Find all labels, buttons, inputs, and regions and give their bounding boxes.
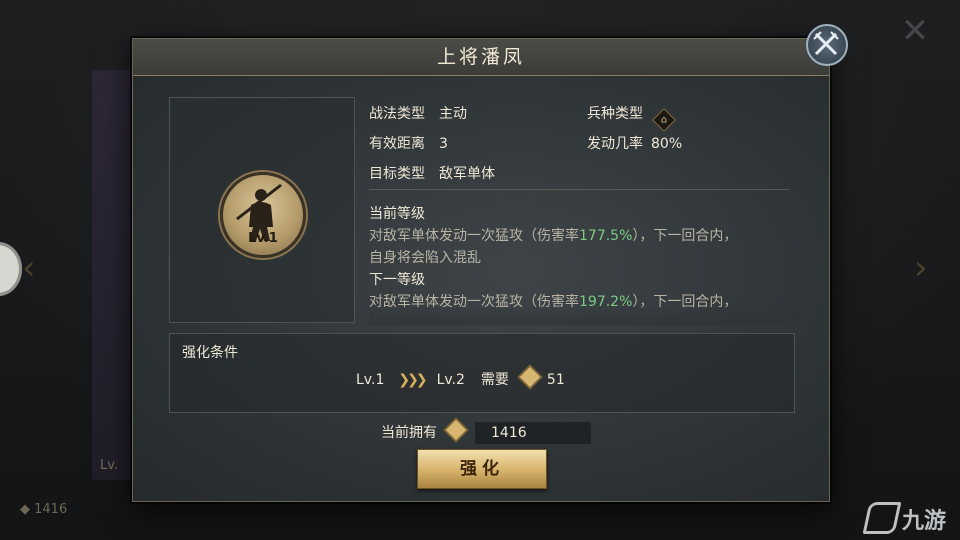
watermark-text: 九游 (902, 509, 947, 534)
tactic-type-label: 战法类型 (369, 106, 425, 122)
crossed-swords-close-icon[interactable] (806, 24, 848, 66)
range-label: 有效距离 (369, 136, 425, 152)
range-value: 3 (439, 136, 448, 152)
info-divider (369, 189, 789, 190)
to-level: Lv.2 (436, 372, 465, 388)
info-tactic-type: 战法类型 主动 (369, 103, 467, 123)
dialog-title: 上将潘凤 (436, 46, 525, 68)
triple-chevron-icon: ❯❯❯ (398, 372, 427, 388)
enhance-condition-title: 强化条件 (182, 345, 238, 361)
background-hero-card (92, 70, 132, 480)
trigger-rate-value: 80% (651, 136, 683, 152)
tactic-token-icon (517, 364, 543, 390)
next-level-heading: 下一等级 (369, 272, 425, 288)
target-value: 敌军单体 (439, 166, 495, 182)
current-level-text: 对敌军单体发动一次猛攻（伤害率177.5%），下一回合内， (369, 225, 799, 247)
tactic-detail-dialog: 上将潘凤 Lv.1 战法类型 主动 兵种类型 ⌂ 有效距离 3 发动几率 80% 目标类… (132, 38, 830, 502)
from-level: Lv.1 (356, 372, 385, 388)
info-unit-type: 兵种类型 ⌂ (587, 103, 676, 132)
owned-label: 当前拥有 (381, 425, 437, 441)
owned-amount: 1416 (475, 422, 591, 444)
enhance-condition-row: Lv.1 ❯❯❯ Lv.2 需要 51 (356, 364, 565, 390)
level-description: 当前等级 对敌军单体发动一次猛攻（伤害率177.5%），下一回合内， 自身将会陷… (369, 203, 799, 313)
need-amount: 51 (546, 372, 565, 388)
watermark: 九游 (862, 502, 947, 535)
background-close-icon: ✕ (900, 11, 930, 51)
need-label: 需要 (480, 372, 509, 388)
unit-type-label: 兵种类型 (587, 106, 643, 122)
description-scroll-fade (369, 305, 799, 325)
enhance-button[interactable]: 强化 (417, 449, 547, 489)
tactic-type-value: 主动 (439, 106, 467, 122)
background-level-tag: Lv. (100, 458, 119, 473)
current-damage-rate: 177.5% (579, 228, 633, 244)
next-arrow-icon[interactable]: › (914, 248, 928, 288)
cavalry-icon: ⌂ (652, 108, 676, 132)
current-level-heading: 当前等级 (369, 206, 425, 222)
current-level-text-suffix: ），下一回合内， (632, 228, 738, 244)
trigger-rate-label: 发动几率 (587, 136, 643, 152)
info-range: 有效距离 3 (369, 133, 448, 153)
owned-row: 当前拥有 1416 (381, 417, 591, 444)
portrait-frame: Lv.1 (169, 97, 355, 323)
current-level-text-prefix: 对敌军单体发动一次猛攻（伤害率 (369, 228, 579, 244)
current-level-text-line2: 自身将会陷入混乱 (369, 250, 481, 266)
prev-arrow-icon[interactable]: ‹ (22, 248, 36, 288)
background-resource-amount: 1416 (34, 502, 68, 517)
tactic-medal: Lv.1 (220, 172, 306, 258)
watermark-logo-icon (862, 502, 902, 534)
owned-token-icon (443, 417, 469, 443)
info-target: 目标类型 敌军单体 (369, 163, 495, 183)
info-trigger-rate: 发动几率 80% (587, 133, 682, 153)
background-resource: ◆ 1416 (20, 502, 68, 517)
medal-level: Lv.1 (248, 231, 278, 246)
enhance-condition-box: 强化条件 Lv.1 ❯❯❯ Lv.2 需要 51 (169, 333, 795, 413)
target-label: 目标类型 (369, 166, 425, 182)
